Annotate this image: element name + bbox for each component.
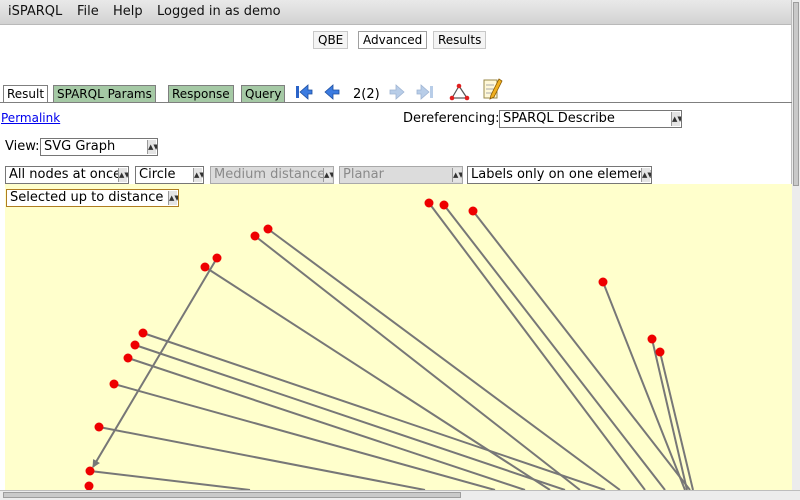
tab-sparql-params[interactable]: SPARQL Params bbox=[53, 85, 156, 103]
graph-node[interactable] bbox=[85, 466, 95, 476]
layout-value: Planar bbox=[343, 167, 384, 182]
dereferencing-value: SPARQL Describe bbox=[503, 111, 615, 126]
graph-node[interactable] bbox=[598, 277, 608, 287]
graph-node[interactable] bbox=[647, 334, 657, 344]
dropdown-arrow-icon: ▲▼ bbox=[641, 168, 651, 182]
view-label: View: bbox=[5, 139, 40, 154]
menu-bar: iSPARQL File Help Logged in as demo bbox=[0, 0, 792, 25]
vertical-scroll-thumb[interactable] bbox=[793, 2, 799, 186]
graph-edge bbox=[98, 426, 426, 490]
edit-icon[interactable] bbox=[481, 76, 503, 102]
graph-node[interactable] bbox=[200, 262, 210, 272]
dropdown-arrow-icon: ▲▼ bbox=[323, 168, 333, 182]
dereferencing-label: Dereferencing: bbox=[403, 111, 500, 126]
dropdown-arrow-icon: ▲▼ bbox=[671, 112, 681, 126]
tab-response[interactable]: Response bbox=[168, 85, 234, 103]
distance-value: Medium distance bbox=[214, 167, 326, 182]
node-mode-value: All nodes at once bbox=[9, 167, 122, 182]
graph-edge bbox=[89, 470, 251, 490]
graph-node[interactable] bbox=[263, 224, 273, 234]
vertical-scrollbar[interactable] bbox=[791, 0, 800, 490]
dropdown-arrow-icon: ▲▼ bbox=[118, 168, 128, 182]
graph-node[interactable] bbox=[468, 206, 478, 216]
dereferencing-select[interactable]: SPARQL Describe ▲▼ bbox=[499, 110, 682, 128]
selection-distance-select[interactable]: Selected up to distance 3 ▲▼ bbox=[6, 189, 179, 207]
graph-edge bbox=[651, 338, 688, 490]
node-mode-select[interactable]: All nodes at once ▲▼ bbox=[5, 166, 129, 184]
graph-node[interactable] bbox=[424, 198, 434, 208]
dropdown-arrow-icon: ▲▼ bbox=[193, 168, 203, 182]
graph-edge bbox=[267, 228, 621, 490]
dropdown-arrow-icon: ▲▼ bbox=[147, 140, 157, 154]
shape-value: Circle bbox=[139, 167, 176, 182]
graph-icon[interactable] bbox=[448, 82, 470, 102]
selection-distance-value: Selected up to distance 3 bbox=[10, 190, 176, 205]
view-value: SVG Graph bbox=[44, 139, 116, 154]
graph-node[interactable] bbox=[138, 328, 148, 338]
graph-node[interactable] bbox=[94, 422, 104, 432]
view-select[interactable]: SVG Graph ▲▼ bbox=[40, 138, 158, 156]
previous-page-icon[interactable] bbox=[321, 82, 343, 102]
labels-select[interactable]: Labels only on one element ▲▼ bbox=[467, 166, 652, 184]
permalink[interactable]: Permalink bbox=[1, 111, 60, 125]
tab-advanced[interactable]: Advanced bbox=[358, 31, 428, 49]
graph-node[interactable] bbox=[212, 253, 222, 263]
dropdown-arrow-icon: ▲▼ bbox=[168, 191, 178, 205]
graph-node[interactable] bbox=[123, 353, 133, 363]
menu-file[interactable]: File bbox=[77, 4, 99, 19]
graph-node[interactable] bbox=[655, 347, 665, 357]
tab-query[interactable]: Query bbox=[241, 85, 286, 103]
page-indicator: 2(2) bbox=[353, 87, 380, 102]
graph-edge bbox=[254, 235, 581, 490]
graph-edge bbox=[428, 202, 646, 490]
menu-help[interactable]: Help bbox=[113, 4, 143, 19]
graph-node[interactable] bbox=[250, 231, 260, 241]
graph-node[interactable] bbox=[84, 481, 94, 491]
tab-result[interactable]: Result bbox=[3, 85, 49, 103]
graph-node[interactable] bbox=[109, 379, 119, 389]
graph-edge bbox=[602, 281, 686, 490]
shape-select[interactable]: Circle ▲▼ bbox=[135, 166, 204, 184]
login-status: Logged in as demo bbox=[157, 4, 281, 19]
graph-svg[interactable] bbox=[5, 184, 792, 490]
menu-app[interactable]: iSPARQL bbox=[8, 4, 62, 19]
first-page-icon[interactable] bbox=[292, 82, 314, 102]
distance-select: Medium distance ▲▼ bbox=[210, 166, 334, 184]
next-page-icon bbox=[389, 84, 405, 100]
graph-node[interactable] bbox=[439, 200, 449, 210]
layout-select: Planar ▲▼ bbox=[339, 166, 463, 184]
tab-results[interactable]: Results bbox=[433, 31, 487, 49]
graph-edge bbox=[134, 344, 566, 490]
horizontal-scroll-thumb[interactable] bbox=[3, 492, 461, 498]
labels-value: Labels only on one element bbox=[471, 167, 651, 182]
tab-divider bbox=[0, 102, 792, 103]
graph-edge bbox=[113, 383, 496, 490]
graph-edge bbox=[92, 257, 218, 468]
tab-qbe[interactable]: QBE bbox=[313, 31, 349, 49]
horizontal-scrollbar[interactable] bbox=[0, 490, 800, 500]
dropdown-arrow-icon: ▲▼ bbox=[452, 168, 462, 182]
graph-node[interactable] bbox=[130, 340, 140, 350]
last-page-icon bbox=[416, 84, 433, 100]
svg-graph-canvas[interactable] bbox=[5, 184, 792, 490]
